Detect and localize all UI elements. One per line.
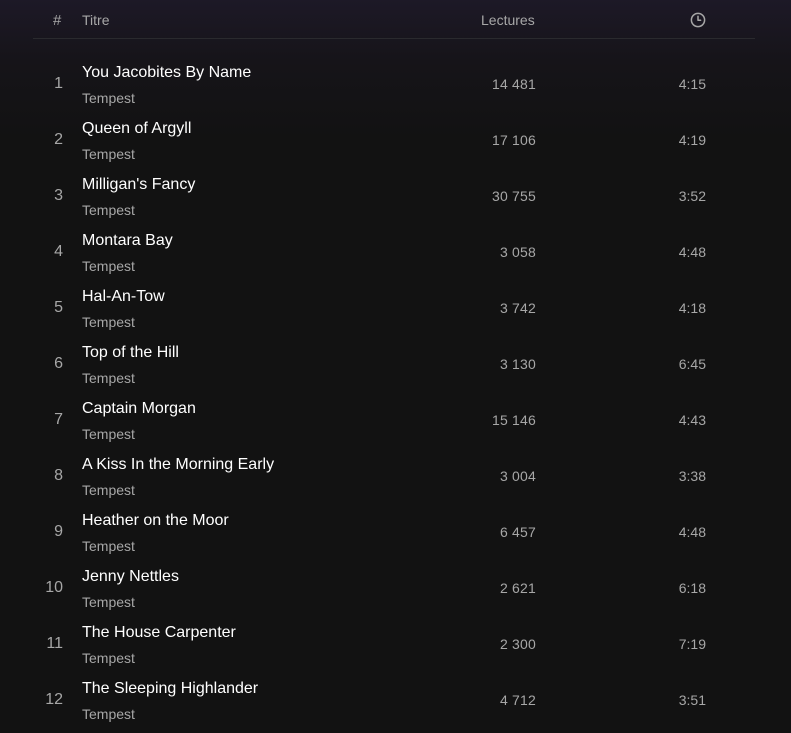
track-number: 9 [54,523,63,540]
clock-icon[interactable] [690,12,706,28]
track-number: 5 [54,299,63,316]
track-artist[interactable]: Tempest [82,370,135,386]
track-title[interactable]: Hal-An-Tow [82,288,165,306]
track-artist[interactable]: Tempest [82,426,135,442]
track-row[interactable]: 4 Montara Bay Tempest 3 058 4:48 [33,224,755,280]
track-title[interactable]: A Kiss In the Morning Early [82,456,274,474]
track-rows: 1 You Jacobites By Name Tempest 14 481 4… [33,56,755,728]
track-number: 4 [54,243,63,260]
track-row[interactable]: 3 Milligan's Fancy Tempest 30 755 3:52 [33,168,755,224]
track-duration: 7:19 [678,636,706,652]
track-title[interactable]: Top of the Hill [82,344,179,362]
tracklist-header: # Titre Lectures [33,0,755,39]
track-plays: 14 481 [491,76,536,92]
track-row[interactable]: 2 Queen of Argyll Tempest 17 106 4:19 [33,112,755,168]
track-number: 12 [45,691,63,708]
track-artist[interactable]: Tempest [82,314,135,330]
track-number: 7 [54,411,63,428]
track-title[interactable]: The Sleeping Highlander [82,680,258,698]
track-row[interactable]: 1 You Jacobites By Name Tempest 14 481 4… [33,56,755,112]
column-header-number: # [53,12,62,29]
track-row[interactable]: 6 Top of the Hill Tempest 3 130 6:45 [33,336,755,392]
track-title[interactable]: Montara Bay [82,232,173,250]
track-duration: 4:18 [678,300,706,316]
track-number: 11 [46,635,63,652]
track-number: 10 [45,579,63,596]
track-duration: 4:48 [678,524,706,540]
track-plays: 17 106 [491,132,536,148]
track-artist[interactable]: Tempest [82,706,135,722]
track-duration: 6:45 [678,356,706,372]
track-row[interactable]: 11 The House Carpenter Tempest 2 300 7:1… [33,616,755,672]
track-duration: 4:48 [678,244,706,260]
track-duration: 3:38 [678,468,706,484]
column-header-title[interactable]: Titre [82,12,109,28]
track-title[interactable]: Heather on the Moor [82,512,229,530]
track-row[interactable]: 7 Captain Morgan Tempest 15 146 4:43 [33,392,755,448]
track-title[interactable]: Milligan's Fancy [82,176,195,194]
track-artist[interactable]: Tempest [82,482,135,498]
track-artist[interactable]: Tempest [82,594,135,610]
track-number: 1 [54,75,63,92]
track-artist[interactable]: Tempest [82,202,135,218]
track-duration: 3:52 [678,188,706,204]
track-number: 8 [54,467,63,484]
track-plays: 4 712 [499,692,536,708]
track-title[interactable]: Queen of Argyll [82,120,191,138]
track-title[interactable]: Captain Morgan [82,400,196,418]
track-plays: 3 130 [499,356,536,372]
track-row[interactable]: 9 Heather on the Moor Tempest 6 457 4:48 [33,504,755,560]
track-duration: 4:43 [678,412,706,428]
track-duration: 6:18 [678,580,706,596]
track-plays: 6 457 [499,524,536,540]
track-row[interactable]: 5 Hal-An-Tow Tempest 3 742 4:18 [33,280,755,336]
track-plays: 15 146 [491,412,536,428]
track-plays: 3 058 [499,244,536,260]
track-plays: 30 755 [491,188,536,204]
track-number: 6 [54,355,63,372]
track-duration: 4:19 [678,132,706,148]
track-number: 3 [54,187,63,204]
column-header-plays[interactable]: Lectures [481,12,535,28]
track-plays: 3 742 [499,300,536,316]
track-title[interactable]: You Jacobites By Name [82,64,251,82]
track-artist[interactable]: Tempest [82,90,135,106]
track-row[interactable]: 10 Jenny Nettles Tempest 2 621 6:18 [33,560,755,616]
track-title[interactable]: The House Carpenter [82,624,236,642]
clock-icon-svg [690,12,706,28]
track-plays: 3 004 [499,468,536,484]
track-artist[interactable]: Tempest [82,650,135,666]
track-number: 2 [54,131,63,148]
track-artist[interactable]: Tempest [82,538,135,554]
track-artist[interactable]: Tempest [82,146,135,162]
track-duration: 3:51 [678,692,706,708]
track-row[interactable]: 12 The Sleeping Highlander Tempest 4 712… [33,672,755,728]
track-row[interactable]: 8 A Kiss In the Morning Early Tempest 3 … [33,448,755,504]
track-duration: 4:15 [678,76,706,92]
track-artist[interactable]: Tempest [82,258,135,274]
track-title[interactable]: Jenny Nettles [82,568,179,586]
track-plays: 2 621 [499,580,536,596]
tracklist: # Titre Lectures 1 You Jacobites By Name… [33,0,755,722]
track-plays: 2 300 [499,636,536,652]
